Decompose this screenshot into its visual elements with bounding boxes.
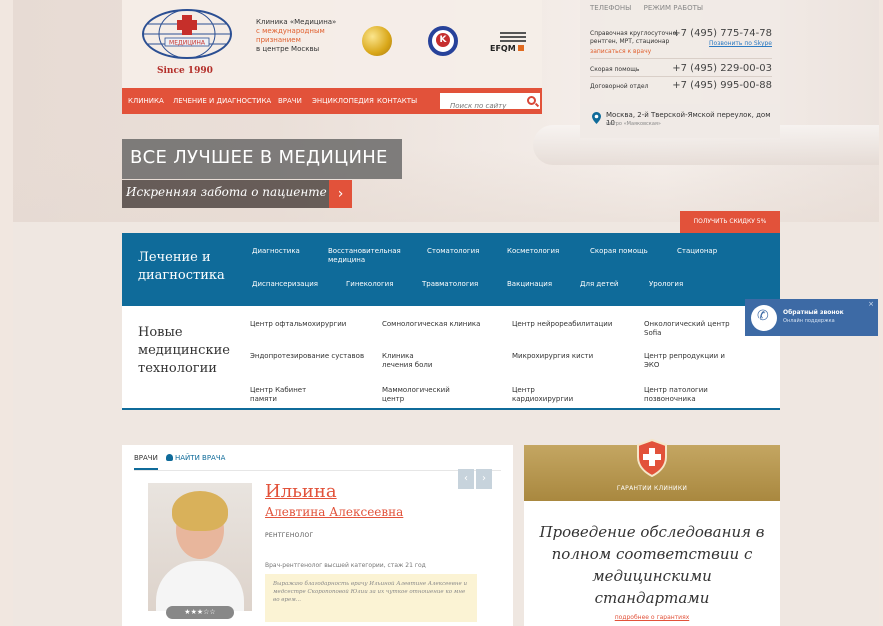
treatment-item[interactable]: Для детей	[580, 280, 618, 289]
rating-stars: ★★★☆☆	[166, 606, 234, 619]
skype-call-link[interactable]: Позвонить по Skype	[709, 40, 772, 47]
guarantees-text: Проведение обследования в полном соответ…	[539, 523, 765, 607]
technologies-menu: Новые медицинские технологии Центр офтал…	[122, 306, 780, 410]
callback-title: Обратный звонок	[783, 309, 844, 316]
next-doctor-button[interactable]: ›	[476, 469, 492, 489]
treatment-item[interactable]: Диагностика	[252, 247, 300, 256]
contact-label-reference: Справочная круглосуточно,	[590, 30, 679, 37]
tab-schedule[interactable]: РЕЖИМ РАБОТЫ	[644, 4, 703, 12]
hero-subslogan-text: Искренняя забота о пациенте	[126, 185, 327, 199]
search-input[interactable]	[440, 98, 520, 114]
discount-button[interactable]: ПОЛУЧИТЬ СКИДКУ 5%	[680, 211, 780, 233]
chevron-right-icon[interactable]: ›	[329, 180, 352, 208]
contact-label-emergency: Скорая помощь	[590, 66, 640, 73]
phone-reference[interactable]: +7 (495) 775-74-78	[672, 28, 772, 39]
treatment-item[interactable]: Восстановительная медицина	[328, 247, 408, 265]
treatment-item[interactable]: Гинекология	[346, 280, 393, 289]
doctors-block: ВРАЧИ НАЙТИ ВРАЧА ‹ › ★★★☆☆ Ильина Алевт…	[122, 445, 513, 626]
hero-subslogan[interactable]: Искренняя забота о пациенте ›	[122, 180, 352, 208]
tech-item[interactable]: Центр офтальмохирургии	[250, 320, 346, 329]
technologies-menu-title: Новые медицинские технологии	[138, 325, 230, 376]
tech-item[interactable]: Центр патологии позвоночника	[644, 386, 744, 404]
doctor-name-link[interactable]: Алевтина Алексеевна	[265, 505, 403, 519]
treatment-item[interactable]: Косметология	[507, 247, 559, 256]
quality-award-icon: K	[428, 26, 458, 56]
doctor-specialty: РЕНТГЕНОЛОГ	[265, 532, 314, 539]
treatment-menu: Лечение и диагностика Диагностика Восста…	[122, 233, 780, 306]
tech-item[interactable]: Сомнологическая клиника	[382, 320, 480, 329]
nav-item-doctors[interactable]: ВРАЧИ	[278, 97, 302, 105]
tech-item[interactable]: Онкологический центр Sofia	[644, 320, 734, 338]
signup-link[interactable]: записаться к врачу	[590, 48, 651, 55]
doctor-review: Выражаю благодарность врачу Ильиной Алев…	[265, 574, 477, 622]
doctor-description: Врач-рентгенолог высшей категории, стаж …	[265, 562, 426, 569]
nav-item-treatment[interactable]: ЛЕЧЕНИЕ И ДИАГНОСТИКА	[173, 97, 271, 105]
nav-item-contacts[interactable]: КОНТАКТЫ	[377, 97, 417, 105]
nav-item-encyclopedia[interactable]: ЭНЦИКЛОПЕДИЯ	[312, 97, 374, 105]
tech-item[interactable]: Центр Кабинет памяти	[250, 386, 330, 404]
person-icon	[166, 454, 173, 461]
treatment-item[interactable]: Скорая помощь	[590, 247, 648, 256]
address-block[interactable]: Москва, 2-й Тверской-Ямской переулок, до…	[580, 104, 780, 138]
top-navigation: КЛИНИКА ЛЕЧЕНИЕ И ДИАГНОСТИКА ВРАЧИ ЭНЦИ…	[122, 88, 542, 114]
nav-item-clinic[interactable]: КЛИНИКА	[128, 97, 164, 105]
doctor-photo[interactable]	[148, 483, 252, 611]
guarantees-more-link[interactable]: подробнее о гарантиях	[524, 614, 780, 621]
guarantees-label: ГАРАНТИИ КЛИНИКИ	[616, 485, 688, 492]
doctor-surname-link[interactable]: Ильина	[265, 481, 337, 502]
logo-since-text: Since 1990	[157, 66, 213, 76]
guarantees-header: ГАРАНТИИ КЛИНИКИ	[524, 439, 780, 501]
tech-item[interactable]: Центр нейрореабилитации	[512, 320, 612, 329]
clinic-tagline: Клиника «Медицина» с международным призн…	[256, 18, 337, 53]
treatment-item[interactable]: Урология	[649, 280, 683, 289]
tech-item[interactable]: Маммологический центр	[382, 386, 462, 404]
tab-phones[interactable]: ТЕЛЕФОНЫ	[590, 4, 631, 12]
search-box	[440, 93, 540, 114]
tech-item[interactable]: Клиника лечения боли	[382, 352, 442, 370]
tab-find-doctor[interactable]: НАЙТИ ВРАЧА	[166, 454, 225, 462]
guarantees-block: ГАРАНТИИ КЛИНИКИ Проведение обследования…	[524, 439, 780, 626]
tech-item[interactable]: Микрохирургия кисти	[512, 352, 593, 361]
phone-emergency[interactable]: +7 (495) 229-00-03	[672, 63, 772, 74]
close-icon[interactable]: ×	[868, 300, 874, 308]
hero-slogan: ВСЕ ЛУЧШЕЕ В МЕДИЦИНЕ	[122, 139, 402, 179]
treatment-item[interactable]: Вакцинация	[507, 280, 552, 289]
efqm-logo: EFQM	[490, 32, 530, 60]
gold-award-icon	[362, 26, 392, 56]
contact-label-contracts: Договорной отдел	[590, 83, 649, 90]
tech-item[interactable]: Эндопротезирование суставов	[250, 352, 364, 361]
treatment-item[interactable]: Стационар	[677, 247, 717, 256]
header: МЕДИЦИНА Since 1990 Клиника «Медицина» с…	[122, 0, 542, 88]
treatment-menu-title: Лечение и диагностика	[138, 250, 225, 283]
hero-banner: МЕДИЦИНА Since 1990 Клиника «Медицина» с…	[13, 0, 879, 222]
callback-widget[interactable]: Обратный звонок Онлайн поддержка ×	[745, 299, 878, 336]
treatment-item[interactable]: Стоматология	[427, 247, 479, 256]
tech-item[interactable]: Центр кардиохирургии	[512, 386, 592, 404]
map-pin-icon	[592, 112, 601, 124]
svg-text:МЕДИЦИНА: МЕДИЦИНА	[169, 40, 206, 47]
metro-text: метро «Маяковская»	[606, 121, 661, 127]
prev-doctor-button[interactable]: ‹	[458, 469, 474, 489]
treatment-item[interactable]: Диспансеризация	[252, 280, 318, 289]
tab-doctors[interactable]: ВРАЧИ	[134, 454, 158, 470]
callback-subtitle: Онлайн поддержка	[783, 318, 835, 324]
tech-item[interactable]: Центр репродукции и ЭКО	[644, 352, 734, 370]
phone-icon	[751, 305, 777, 331]
search-icon[interactable]	[527, 96, 536, 105]
phone-contracts[interactable]: +7 (495) 995-00-88	[672, 80, 772, 91]
shield-icon	[637, 439, 667, 477]
treatment-item[interactable]: Травматология	[422, 280, 478, 289]
